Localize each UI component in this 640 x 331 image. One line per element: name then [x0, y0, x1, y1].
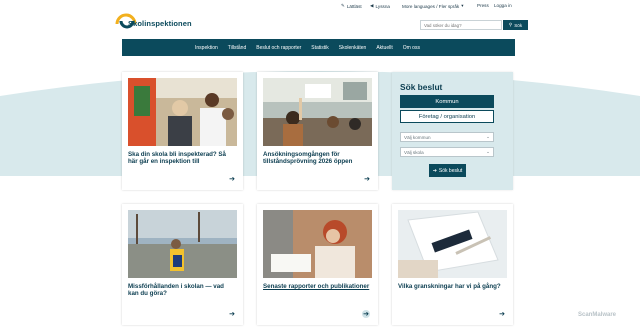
util-link-languages[interactable]: More languages / Fler språk ▾ [402, 3, 464, 9]
chevron-down-icon: ▾ [461, 3, 464, 8]
arrow-right-icon: ➔ [499, 311, 505, 318]
nav-item-om-oss[interactable]: Om oss [398, 45, 425, 51]
nav-item-beslut[interactable]: Beslut och rapporter [251, 45, 306, 51]
search-button[interactable]: ⚲ Sök [503, 20, 528, 30]
chevron-down-icon: ⌄ [486, 149, 490, 154]
util-link-login[interactable]: Logga in [494, 3, 512, 8]
logo-text[interactable]: Skolinspektionen [128, 19, 192, 28]
card-title: Senaste rapporter och publikationer [263, 283, 370, 290]
nav-item-aktuellt[interactable]: Aktuellt [371, 45, 397, 51]
card-image-classroom [128, 78, 237, 146]
nav-item-skolenkaten[interactable]: Skolenkäten [334, 45, 372, 51]
card-image-schoolyard [128, 210, 237, 278]
card-image-lecture [263, 78, 372, 146]
sok-beslut-button[interactable]: ➔ Sök beslut [429, 164, 466, 177]
tab-kommun[interactable]: Kommun [400, 95, 494, 108]
util-link-lyssna[interactable]: ◀ Lyssna [370, 3, 390, 9]
top-bar: Skolinspektionen ✎ Lättläst ◀ Lyssna Mor… [0, 0, 640, 38]
card-title: Ansökningsomgången för tillståndsprövnin… [263, 151, 353, 166]
chevron-down-icon: ⌄ [486, 134, 490, 139]
arrow-right-icon: ➔ [362, 310, 370, 318]
tab-foretag[interactable]: Företag / organisation [400, 110, 494, 123]
nav-item-statistik[interactable]: Statistik [306, 45, 334, 51]
card-image-reading [263, 210, 372, 278]
arrow-right-icon: ➔ [432, 167, 437, 174]
search-input[interactable] [420, 20, 502, 30]
card-title: Missförhållanden i skolan — vad kan du g… [128, 283, 224, 298]
beslut-heading: Sök beslut [400, 82, 443, 92]
select-kommun[interactable]: Välj kommun ⌄ [400, 132, 494, 142]
watermark: ScanMalware [578, 312, 617, 318]
card-rapporter[interactable]: Senaste rapporter och publikationer ➔ [257, 204, 378, 325]
arrow-right-icon: ➔ [229, 311, 235, 318]
util-link-lattlast[interactable]: ✎ Lättläst [341, 3, 362, 9]
card-ansokning[interactable]: Ansökningsomgången för tillståndsprövnin… [257, 72, 378, 190]
main-nav: Inspektion Tillstånd Beslut och rapporte… [122, 39, 515, 56]
search-icon: ⚲ [508, 22, 513, 27]
nav-item-inspektion[interactable]: Inspektion [190, 45, 223, 51]
nav-item-tillstand[interactable]: Tillstånd [223, 45, 251, 51]
arrow-right-icon: ➔ [364, 176, 370, 183]
card-granskningar[interactable]: Vilka granskningar har vi på gång? ➔ [392, 204, 513, 325]
arrow-right-icon: ➔ [229, 176, 235, 183]
util-link-press[interactable]: Press [477, 3, 489, 8]
card-inspektion[interactable]: Ska din skola bli inspekterad? Så här gå… [122, 72, 243, 190]
card-title: Ska din skola bli inspekterad? Så här gå… [128, 151, 227, 166]
card-title: Vilka granskningar har vi på gång? [398, 283, 501, 290]
card-image-documents [398, 210, 507, 278]
select-skola[interactable]: Välj skola ⌄ [400, 147, 494, 157]
card-missforhallanden[interactable]: Missförhållanden i skolan — vad kan du g… [122, 204, 243, 325]
speaker-icon: ◀ [370, 3, 374, 8]
book-icon: ✎ [341, 3, 345, 8]
